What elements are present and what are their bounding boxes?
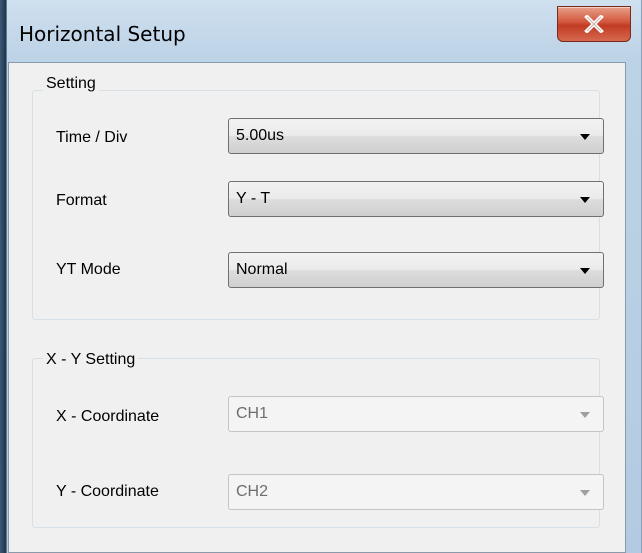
x-coordinate-label: X - Coordinate	[56, 408, 160, 425]
xy-setting-group-label: X - Y Setting	[43, 351, 139, 369]
y-coordinate-value: CH2	[236, 483, 269, 500]
x-coordinate-value: CH1	[236, 405, 269, 422]
time-div-label: Time / Div	[56, 129, 128, 146]
chevron-down-icon	[580, 268, 590, 274]
dialog-title: Horizontal Setup	[19, 22, 186, 46]
yt-mode-value: Normal	[236, 261, 288, 278]
x-coordinate-dropdown[interactable]: CH1	[228, 396, 604, 432]
format-label: Format	[56, 192, 107, 209]
chevron-down-icon	[580, 197, 590, 203]
format-value: Y - T	[236, 190, 271, 207]
yt-mode-label: YT Mode	[56, 261, 121, 278]
time-div-value: 5.00us	[236, 127, 285, 144]
chevron-down-icon	[580, 490, 590, 496]
setting-group-label: Setting	[43, 75, 99, 93]
close-icon	[584, 15, 604, 33]
chevron-down-icon	[580, 134, 590, 140]
y-coordinate-dropdown[interactable]: CH2	[228, 474, 604, 510]
y-coordinate-label: Y - Coordinate	[56, 483, 159, 500]
format-dropdown[interactable]: Y - T	[228, 181, 604, 217]
chevron-down-icon	[580, 412, 590, 418]
yt-mode-dropdown[interactable]: Normal	[228, 252, 604, 288]
title-bar[interactable]: Horizontal Setup	[7, 0, 641, 60]
time-div-dropdown[interactable]: 5.00us	[228, 118, 604, 154]
close-button[interactable]	[557, 6, 631, 42]
